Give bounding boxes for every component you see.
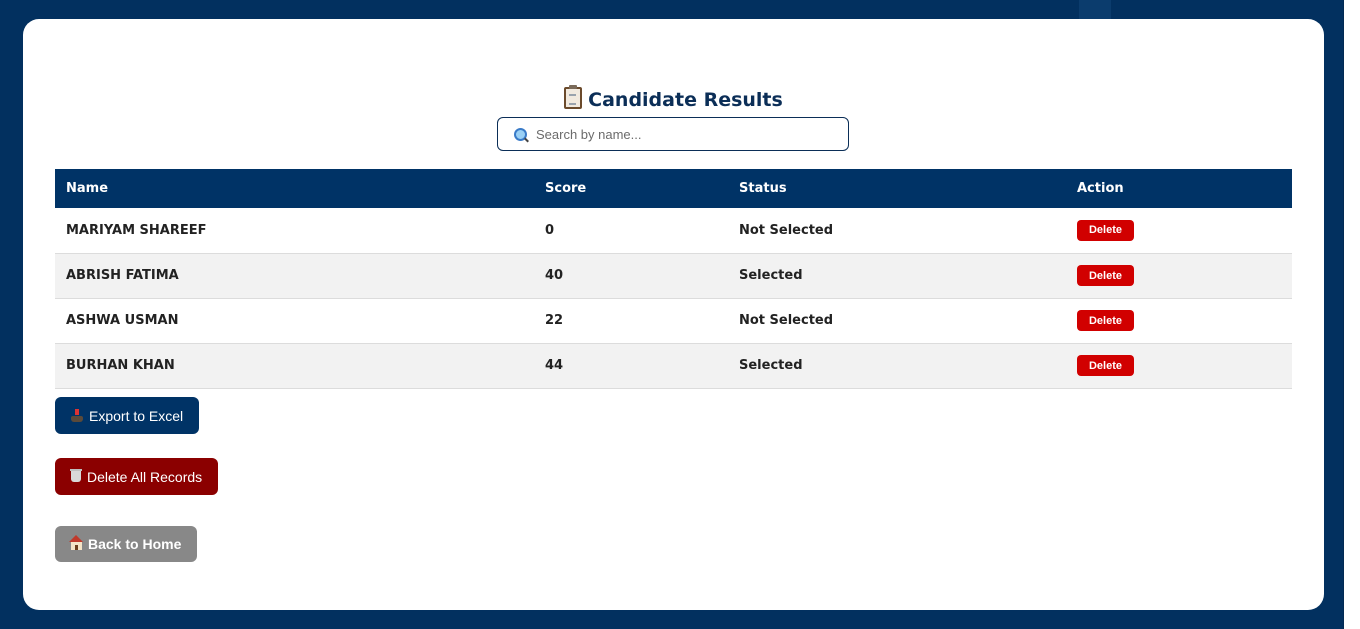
candidate-name: BURHAN KHAN: [66, 358, 175, 373]
page-title: Candidate Results: [23, 85, 1324, 111]
table-row: ASHWA USMAN 22 Not Selected Delete: [55, 298, 1292, 343]
search-box[interactable]: [497, 117, 849, 151]
results-card: Candidate Results Name Score Status Acti…: [23, 19, 1324, 610]
header-name: Name: [66, 181, 109, 196]
candidate-status: Not Selected: [739, 313, 834, 328]
search-input[interactable]: [536, 126, 826, 142]
action-cell: Delete: [1066, 298, 1292, 343]
magnifier-icon: [514, 127, 527, 141]
trash-icon: [70, 469, 82, 482]
candidate-name: ASHWA USMAN: [66, 313, 179, 328]
action-cell: Delete: [1066, 208, 1292, 253]
candidate-status: Not Selected: [739, 222, 834, 238]
header-score: Score: [545, 181, 587, 196]
candidate-status: Selected: [739, 358, 803, 373]
house-icon: [69, 535, 83, 550]
delete-button[interactable]: Delete: [1077, 355, 1134, 376]
header-status: Status: [739, 181, 787, 196]
candidate-name: ABRISH FATIMA: [66, 268, 179, 283]
export-excel-button[interactable]: Export to Excel: [55, 397, 200, 434]
back-to-home-button[interactable]: Back to Home: [55, 526, 198, 562]
table-row: BURHAN KHAN 44 Selected Delete: [55, 343, 1292, 388]
delete-all-records-button[interactable]: Delete All Records: [55, 458, 219, 495]
candidate-name: MARIYAM SHAREEF: [66, 222, 207, 238]
scrollbar-track[interactable]: [1344, 0, 1360, 629]
candidate-score: 44: [545, 358, 564, 373]
export-excel-label: Export to Excel: [89, 407, 184, 424]
delete-all-label: Delete All Records: [87, 468, 203, 485]
candidate-score: 0: [545, 222, 555, 238]
results-table: Name Score Status Action MARIYAM SHAREEF…: [55, 169, 1292, 389]
table-row: ABRISH FATIMA 40 Selected Delete: [55, 253, 1292, 298]
action-cell: Delete: [1066, 253, 1292, 298]
clipboard-icon: [564, 85, 583, 109]
candidate-status: Selected: [739, 268, 803, 283]
back-to-home-label: Back to Home: [88, 536, 182, 552]
header-action: Action: [1077, 181, 1124, 196]
candidate-score: 22: [545, 313, 564, 328]
page-title-text: Candidate Results: [588, 89, 783, 111]
table-header-row: Name Score Status Action: [55, 169, 1292, 208]
action-cell: Delete: [1066, 343, 1292, 388]
candidate-score: 40: [545, 268, 564, 283]
page-background: Candidate Results Name Score Status Acti…: [0, 0, 1360, 629]
delete-button[interactable]: Delete: [1077, 265, 1134, 286]
background-tab: [1079, 0, 1111, 19]
table-row: MARIYAM SHAREEF 0 Not Selected Delete: [55, 208, 1292, 253]
delete-button[interactable]: Delete: [1077, 310, 1134, 331]
export-icon: [71, 408, 83, 422]
delete-button[interactable]: Delete: [1077, 219, 1134, 241]
